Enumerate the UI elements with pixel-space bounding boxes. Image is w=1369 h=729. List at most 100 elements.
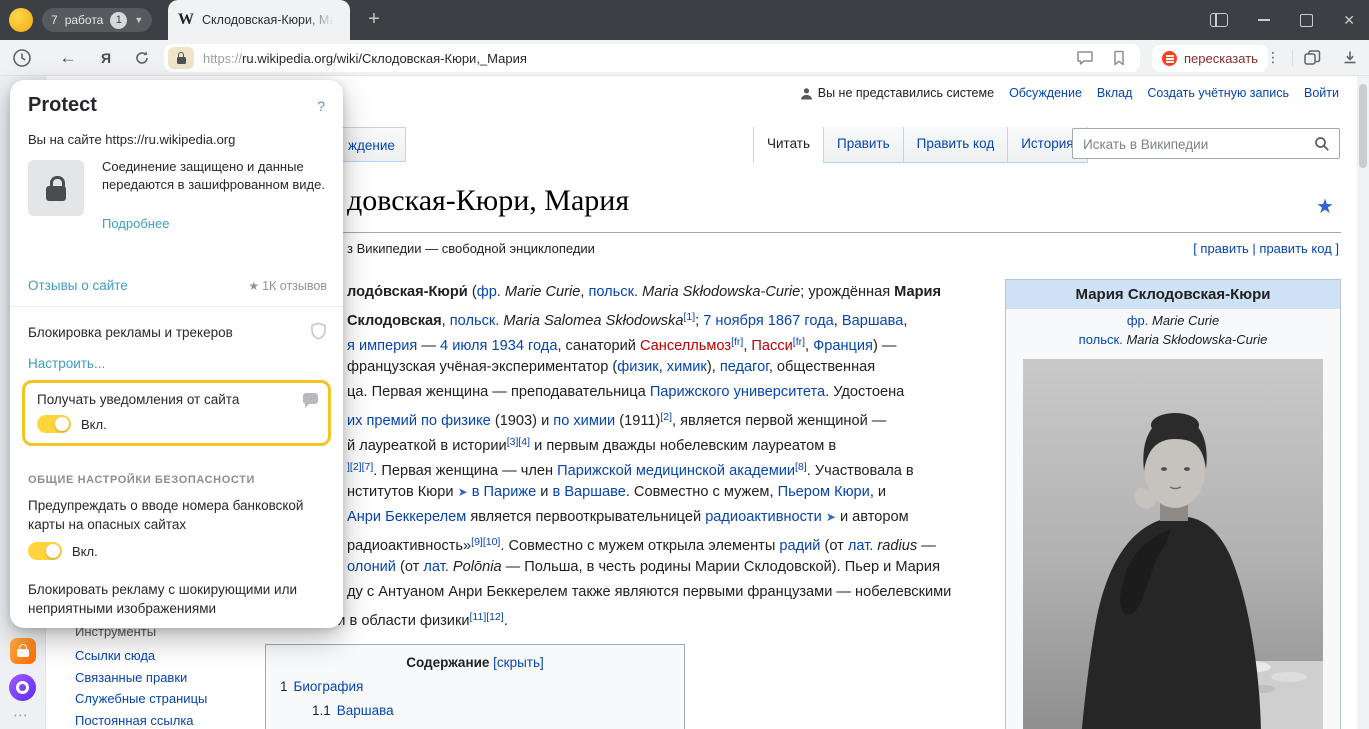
goto-arrow-icon[interactable]: ➤ (458, 485, 468, 499)
configure-link[interactable]: Настроить... (28, 356, 105, 371)
close-icon[interactable]: ✕ (1343, 13, 1355, 27)
link-talk[interactable]: Обсуждение (1009, 86, 1082, 100)
ref-sup[interactable]: [1] (683, 311, 695, 323)
tab-edit[interactable]: Править (823, 127, 903, 162)
wiki-link[interactable]: Варшава (842, 313, 904, 329)
tab-read[interactable]: Читать (753, 127, 823, 164)
wiki-link[interactable]: фр. (477, 284, 501, 300)
wiki-link[interactable]: их премий по физике (347, 413, 491, 429)
more-apps-icon[interactable]: ⋯ (13, 706, 28, 724)
wiki-link[interactable]: олоний (347, 559, 396, 575)
new-tab-button[interactable]: + (360, 6, 388, 34)
text-run: и (536, 484, 552, 500)
alice-assistant-icon[interactable] (9, 674, 36, 701)
details-link[interactable]: Подробнее (102, 216, 169, 231)
notification-bubble-icon[interactable] (303, 393, 318, 404)
browser-tab-active[interactable]: W Склодовская-Кюри, Ма (168, 0, 350, 40)
wiki-link[interactable]: 4 июля (440, 338, 487, 354)
wiki-link[interactable]: 7 ноября (703, 313, 763, 329)
link-contributions[interactable]: Вклад (1097, 86, 1133, 100)
wiki-link[interactable]: физик (617, 359, 658, 375)
text-run: французская учёная-экспериментатор ( (347, 359, 617, 375)
bank-warning-toggle[interactable] (28, 542, 62, 560)
article-line: ца. Первая женщина — преподавательница П… (265, 380, 1005, 405)
ref-sup[interactable]: [11][12] (470, 611, 504, 623)
wiki-link[interactable]: Парижского университета (650, 384, 825, 400)
protect-lock-button[interactable] (168, 47, 194, 69)
kebab-menu-icon[interactable]: ⋮ (1266, 49, 1280, 66)
history-clock-icon[interactable] (12, 48, 32, 68)
ref-sup[interactable]: [8] (795, 461, 807, 473)
sidebar-link-permanent[interactable]: Постоянная ссылка (75, 713, 194, 728)
ref-sup[interactable]: [fr] (731, 336, 743, 348)
comment-bubble-icon[interactable] (1076, 50, 1094, 66)
address-bar[interactable]: https://ru.wikipedia.org/wiki/Склодовска… (164, 44, 1140, 72)
reload-icon[interactable] (132, 48, 152, 68)
tab-edit-source[interactable]: Править код (903, 127, 1008, 162)
sidebar-link-whatlinkshere[interactable]: Ссылки сюда (75, 648, 155, 663)
tabs-panel-icon[interactable] (1302, 48, 1322, 68)
sidebar-link-special[interactable]: Служебные страницы (75, 691, 207, 706)
goto-arrow-icon[interactable]: ➤ (826, 510, 836, 524)
ref-sup[interactable]: ][2][7] (347, 461, 373, 473)
text-run: (1911) (615, 413, 660, 429)
ref-sup[interactable]: [fr] (793, 336, 805, 348)
shield-icon[interactable] (310, 322, 327, 340)
wiki-link[interactable]: радий (779, 538, 820, 554)
retell-button[interactable]: пересказать (1152, 45, 1268, 72)
wiki-link[interactable]: педагог (720, 359, 769, 375)
toc-link-biography[interactable]: Биография (294, 679, 364, 694)
wiki-link[interactable]: Пьером Кюри (778, 484, 870, 500)
wiki-link[interactable]: лат. (423, 559, 448, 575)
wiki-link[interactable]: Анри Беккерелем (347, 509, 466, 525)
minimize-icon[interactable] (1258, 19, 1270, 21)
sidebar-link-related[interactable]: Связанные правки (75, 670, 187, 685)
ref-sup[interactable]: [9][10] (471, 536, 500, 548)
scrollbar-thumb[interactable] (1359, 84, 1367, 168)
market-app-icon[interactable] (10, 638, 36, 664)
wiki-link[interactable]: в Варшаве (553, 484, 626, 500)
wiki-link[interactable]: польск. (588, 284, 638, 300)
site-reviews-link[interactable]: Отзывы о сайте (28, 278, 128, 293)
ref-sup[interactable]: [3][4] (507, 436, 530, 448)
wiki-link[interactable]: польск. (450, 313, 500, 329)
wiki-link[interactable]: химик (667, 359, 707, 375)
yandex-button[interactable]: Я (96, 48, 116, 68)
notifications-state: Вкл. (81, 417, 107, 432)
wiki-link[interactable]: я империя (347, 338, 417, 354)
help-button[interactable]: ? (317, 98, 325, 114)
wiki-link[interactable]: по химии (553, 413, 615, 429)
wiki-link[interactable]: лат. (848, 538, 873, 554)
notifications-toggle[interactable] (37, 415, 71, 433)
section-edit-links[interactable]: [ править | править код ] (1193, 241, 1339, 256)
notifications-toggle-row: Вкл. (37, 415, 107, 433)
side-panel-icon[interactable] (1210, 13, 1228, 27)
link-login[interactable]: Войти (1304, 86, 1339, 100)
search-input[interactable] (1081, 130, 1315, 159)
red-link[interactable]: Санселльмоз (640, 338, 731, 354)
wiki-link[interactable]: 1934 года (491, 338, 557, 354)
toc-link-warsaw[interactable]: Варшава (337, 703, 394, 718)
download-icon[interactable] (1340, 48, 1360, 68)
wiki-link[interactable]: радиоактивности (705, 509, 822, 525)
back-arrow-icon[interactable]: ← (58, 48, 78, 68)
profile-avatar[interactable] (9, 8, 33, 32)
watch-star-icon[interactable]: ★ (1316, 194, 1334, 219)
article-line: лодо́вская-Кюри́ (фр. Marie Curie, польс… (265, 280, 1005, 305)
anon-user[interactable]: Вы не представились системе (800, 86, 994, 100)
bookmark-flag-icon[interactable] (1112, 50, 1126, 66)
toc-hide-link[interactable]: [скрыть] (493, 655, 544, 670)
page-scrollbar[interactable] (1357, 76, 1369, 729)
link-create-account[interactable]: Создать учётную запись (1147, 86, 1289, 100)
search-icon[interactable] (1314, 136, 1330, 152)
maximize-icon[interactable] (1300, 14, 1313, 27)
wiki-link[interactable]: Парижской медицинской академии (557, 463, 795, 479)
wiki-link[interactable]: 1867 года (768, 313, 834, 329)
red-link[interactable]: Пасси (751, 338, 792, 354)
personal-bar: Вы не представились системе Обсуждение В… (800, 86, 1339, 100)
ref-sup[interactable]: [2] (660, 411, 672, 423)
lock-icon (177, 57, 186, 64)
tab-group[interactable]: 7 работа 1 ▼ (42, 8, 152, 32)
wiki-link[interactable]: Франция (813, 338, 873, 354)
wiki-link[interactable]: в Париже (472, 484, 537, 500)
